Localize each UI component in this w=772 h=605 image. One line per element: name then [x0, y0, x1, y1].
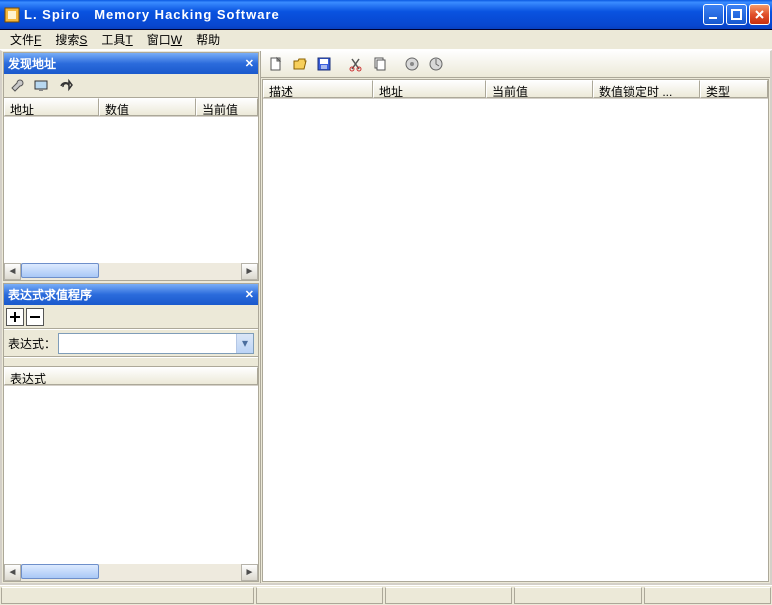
menubar: 文件F 搜索S 工具T 窗口W 帮助 — [0, 30, 772, 50]
splitter[interactable] — [4, 357, 258, 367]
main-list-header: 描述 地址 当前值 数值锁定时 ... 类型 — [263, 80, 768, 99]
process1-icon[interactable] — [401, 53, 423, 75]
expr-hscroll[interactable]: ◄ ► — [4, 564, 258, 581]
scroll-thumb[interactable] — [21, 564, 99, 579]
expr-list-body[interactable] — [4, 386, 258, 564]
col-locktime[interactable]: 数值锁定时 ... — [593, 80, 700, 98]
menu-file[interactable]: 文件F — [4, 30, 47, 49]
expression-input[interactable] — [59, 334, 236, 353]
chevron-down-icon[interactable]: ▾ — [236, 334, 253, 353]
titlebar: L. Spiro Memory Hacking Software — [0, 0, 772, 30]
expr-result-header: 表达式 — [4, 367, 258, 386]
expression-input-row: 表达式： ▾ — [4, 329, 258, 357]
menu-window[interactable]: 窗口W — [141, 30, 188, 49]
scroll-track[interactable] — [21, 263, 241, 280]
workspace: 发现地址 ✕ 地址 数值 当前值 ◄ ► 表达式求值程序 — [0, 50, 772, 585]
close-button[interactable] — [749, 4, 770, 25]
main-list-body[interactable] — [263, 99, 768, 581]
found-panel-header[interactable]: 发现地址 ✕ — [4, 53, 258, 74]
scroll-thumb[interactable] — [21, 263, 99, 278]
left-column: 发现地址 ✕ 地址 数值 当前值 ◄ ► 表达式求值程序 — [2, 51, 260, 583]
col-address[interactable]: 地址 — [4, 98, 99, 116]
col-expression[interactable]: 表达式 — [4, 367, 258, 385]
right-column: 描述 地址 当前值 数值锁定时 ... 类型 — [260, 51, 770, 583]
col-address[interactable]: 地址 — [373, 80, 486, 98]
found-panel-close-icon[interactable]: ✕ — [245, 57, 254, 70]
expression-combo[interactable]: ▾ — [58, 333, 254, 354]
status-pane-1 — [1, 587, 254, 604]
status-pane-2 — [256, 587, 383, 604]
forward-icon[interactable] — [54, 75, 76, 97]
col-current[interactable]: 当前值 — [486, 80, 593, 98]
found-list-body[interactable] — [4, 117, 258, 263]
menu-tools[interactable]: 工具T — [95, 30, 138, 49]
expr-panel-close-icon[interactable]: ✕ — [245, 288, 254, 301]
wrench-icon[interactable] — [6, 75, 28, 97]
plus-icon[interactable] — [6, 308, 24, 326]
expr-panel-toolbar — [4, 305, 258, 329]
found-list-header: 地址 数值 当前值 — [4, 98, 258, 117]
scroll-track[interactable] — [21, 564, 241, 581]
maximize-button[interactable] — [726, 4, 747, 25]
found-panel-title: 发现地址 — [8, 55, 56, 72]
scroll-right-icon[interactable]: ► — [241, 263, 258, 280]
menu-help[interactable]: 帮助 — [190, 30, 226, 49]
main-list: 描述 地址 当前值 数值锁定时 ... 类型 — [262, 79, 769, 582]
window-title: L. Spiro Memory Hacking Software — [24, 7, 280, 22]
found-addresses-panel: 发现地址 ✕ 地址 数值 当前值 ◄ ► — [3, 52, 259, 281]
col-type[interactable]: 类型 — [700, 80, 768, 98]
app-icon — [4, 7, 20, 23]
col-value[interactable]: 数值 — [99, 98, 196, 116]
status-pane-3 — [385, 587, 512, 604]
expr-panel-title: 表达式求值程序 — [8, 286, 92, 303]
expression-label: 表达式： — [8, 335, 56, 352]
minimize-button[interactable] — [703, 4, 724, 25]
expr-panel-header[interactable]: 表达式求值程序 ✕ — [4, 284, 258, 305]
main-toolbar — [261, 51, 770, 78]
minus-icon[interactable] — [26, 308, 44, 326]
found-hscroll[interactable]: ◄ ► — [4, 263, 258, 280]
found-panel-toolbar — [4, 74, 258, 98]
col-current[interactable]: 当前值 — [196, 98, 258, 116]
new-icon[interactable] — [265, 53, 287, 75]
scroll-right-icon[interactable]: ► — [241, 564, 258, 581]
cut-icon[interactable] — [345, 53, 367, 75]
save-icon[interactable] — [313, 53, 335, 75]
copy-icon[interactable] — [369, 53, 391, 75]
expression-panel: 表达式求值程序 ✕ 表达式： ▾ 表达式 ◄ ► — [3, 283, 259, 582]
open-icon[interactable] — [289, 53, 311, 75]
scroll-left-icon[interactable]: ◄ — [4, 263, 21, 280]
scroll-left-icon[interactable]: ◄ — [4, 564, 21, 581]
status-pane-4 — [514, 587, 641, 604]
status-pane-5 — [644, 587, 771, 604]
col-desc[interactable]: 描述 — [263, 80, 373, 98]
statusbar — [0, 585, 772, 605]
monitor-icon[interactable] — [30, 75, 52, 97]
process2-icon[interactable] — [425, 53, 447, 75]
menu-search[interactable]: 搜索S — [49, 30, 93, 49]
